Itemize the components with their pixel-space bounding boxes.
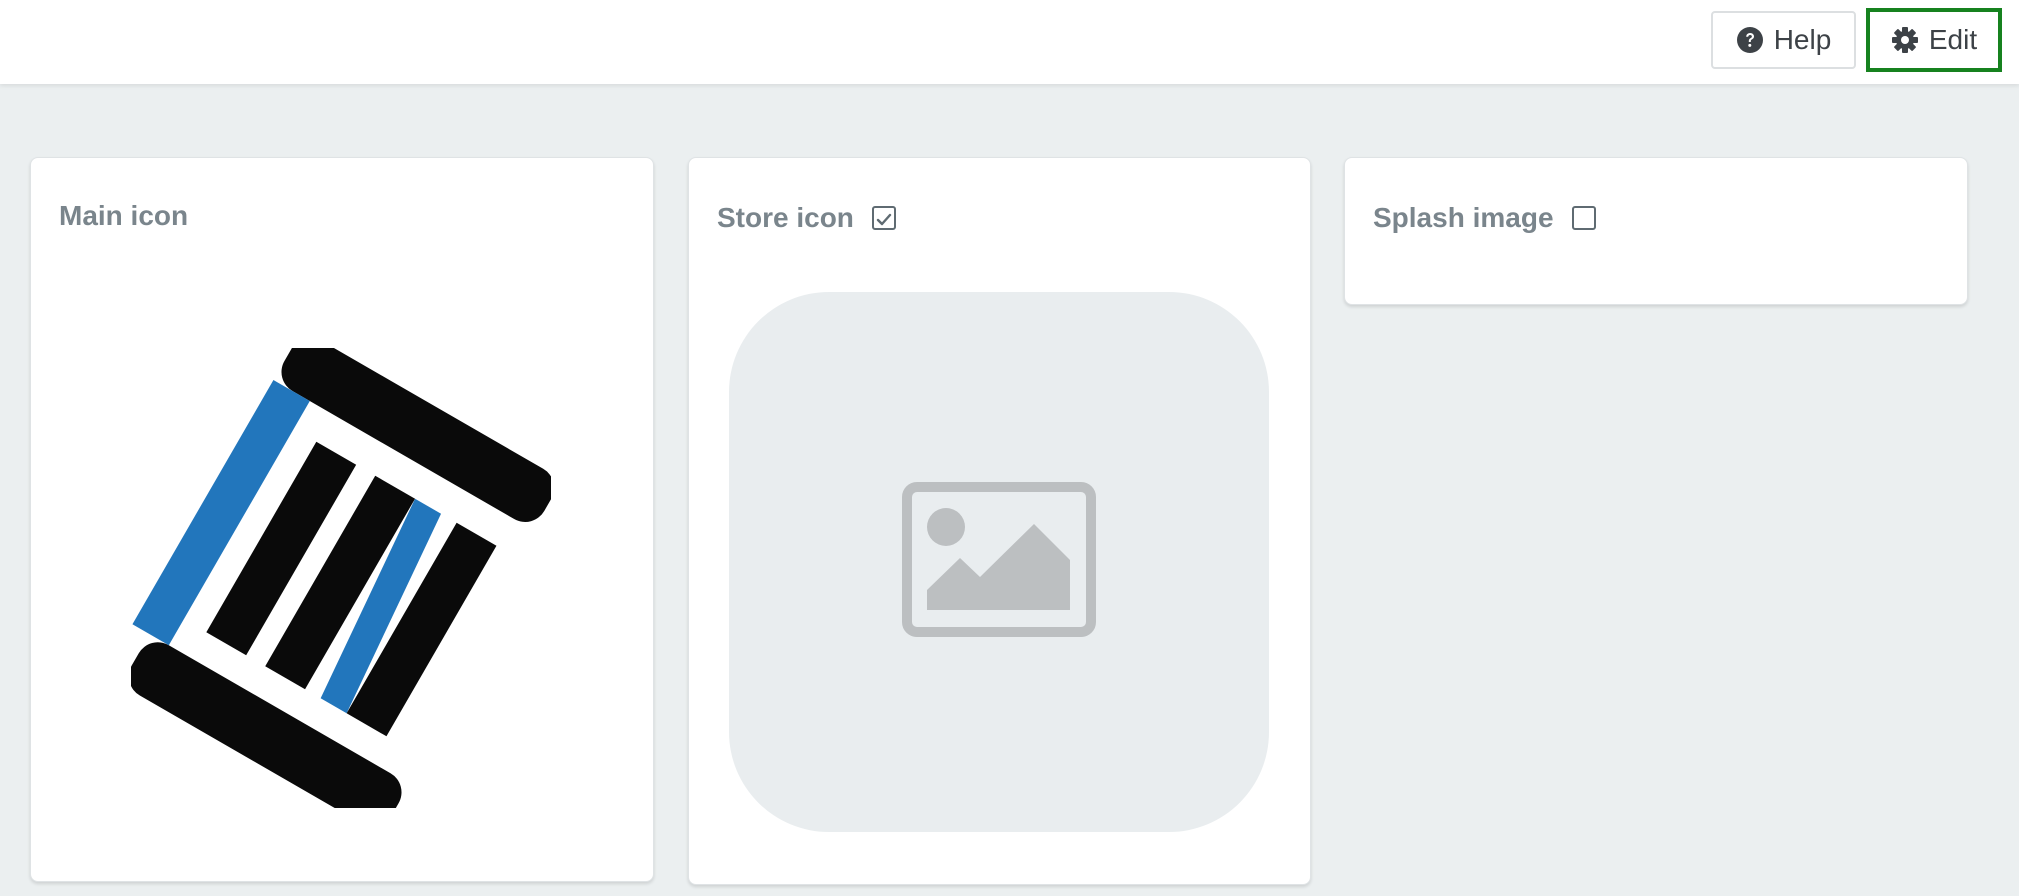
- question-circle-icon: [1736, 26, 1764, 54]
- store-icon-card: Store icon: [688, 157, 1311, 885]
- main-icon-title: Main icon: [59, 200, 188, 232]
- top-toolbar: Help Edit: [0, 0, 2019, 84]
- splash-image-title: Splash image: [1373, 202, 1596, 234]
- edit-button[interactable]: Edit: [1866, 8, 2002, 72]
- splash-image-card: Splash image: [1344, 157, 1968, 305]
- store-icon-title: Store icon: [717, 202, 896, 234]
- app-logo-image[interactable]: [128, 337, 555, 827]
- image-placeholder-icon: [902, 482, 1096, 642]
- splash-image-checkbox[interactable]: [1571, 206, 1596, 230]
- checkmark-icon: [876, 202, 892, 234]
- gear-icon: [1891, 26, 1919, 54]
- help-button[interactable]: Help: [1711, 11, 1856, 69]
- store-icon-title-text: Store icon: [717, 202, 854, 233]
- splash-image-title-text: Splash image: [1373, 202, 1554, 233]
- help-label: Help: [1773, 24, 1832, 55]
- main-icon-card: Main icon: [30, 157, 654, 882]
- edit-label: Edit: [1928, 24, 1978, 55]
- store-icon-placeholder[interactable]: [729, 292, 1269, 832]
- store-icon-checkbox[interactable]: [871, 206, 896, 230]
- main-icon-title-text: Main icon: [59, 200, 189, 231]
